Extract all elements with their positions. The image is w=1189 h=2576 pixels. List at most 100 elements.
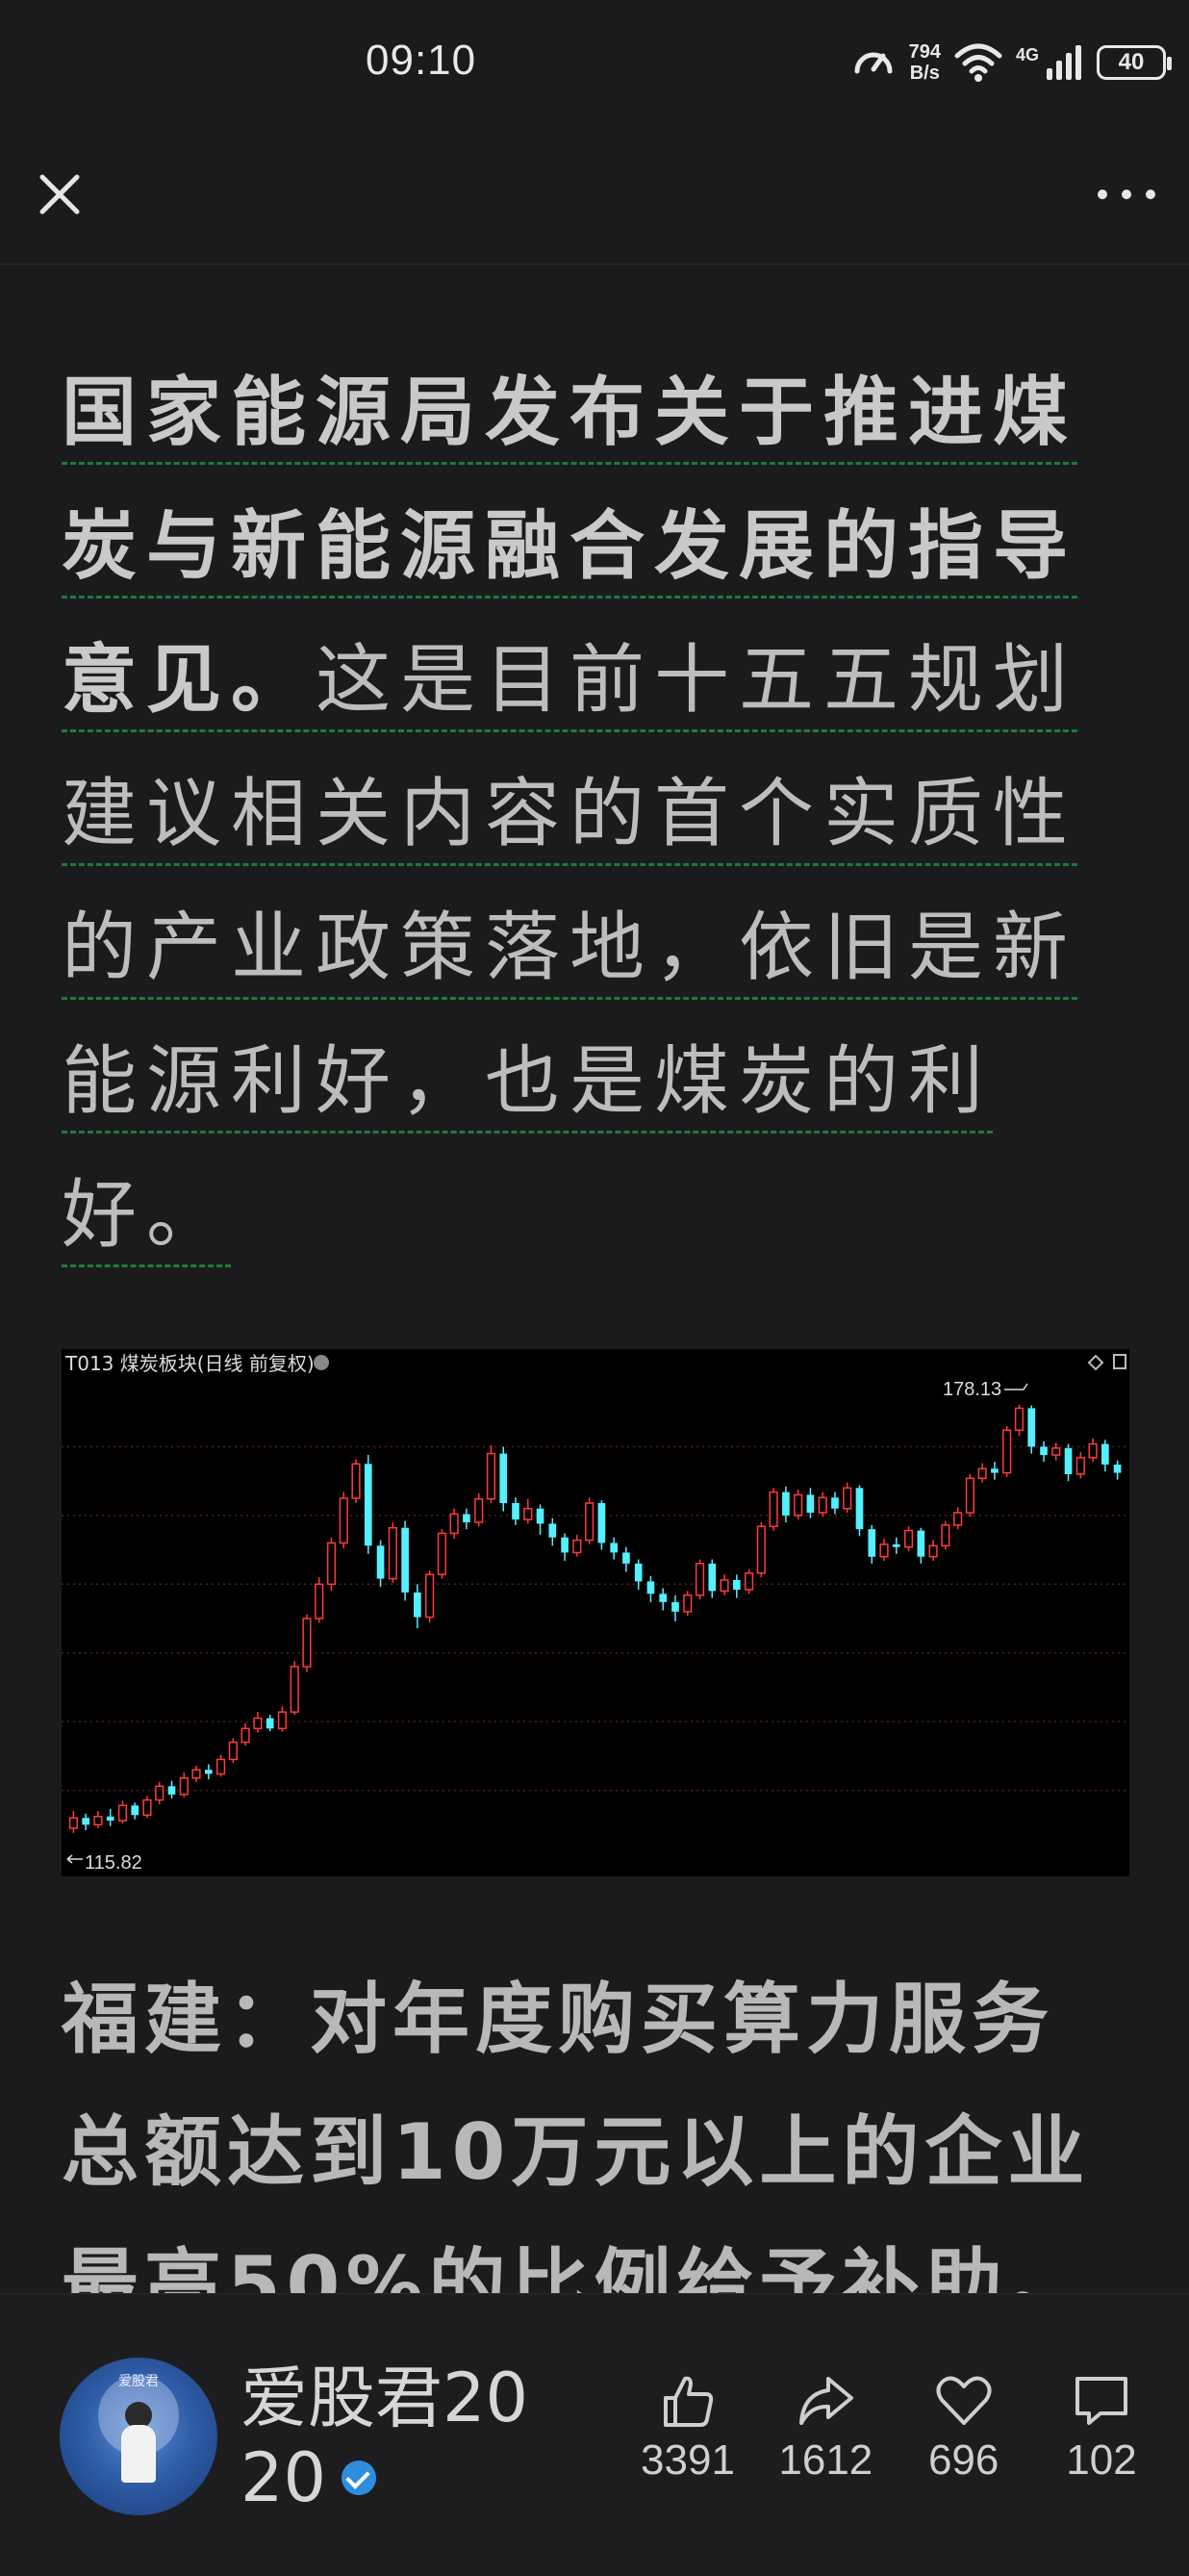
candle-body (290, 1666, 299, 1713)
candle-body (610, 1543, 618, 1553)
candle-body (745, 1572, 754, 1591)
candle-body (903, 1529, 914, 1548)
candlestick-chart[interactable]: T013 煤炭板块(日线 前复权) 178.13 115.82 (62, 1349, 1129, 1876)
close-icon[interactable] (29, 164, 90, 225)
chart-toggle-icon[interactable] (1113, 1354, 1126, 1369)
chart-max-label: 178.13 (943, 1379, 1001, 1400)
candle-body (597, 1503, 606, 1543)
action-bar: 3391 1612 696 102 (625, 2371, 1164, 2485)
chart-title: T013 煤炭板块(日线 前复权) (64, 1352, 315, 1375)
candle-body (1051, 1447, 1061, 1456)
chart-settings-icon[interactable] (314, 1355, 329, 1370)
author-name-line-2-text: 20 (240, 2438, 327, 2517)
candle-body (523, 1507, 533, 1520)
candle-body (818, 1496, 827, 1514)
verified-badge-icon (342, 2461, 377, 2495)
author-name-line-1[interactable]: 爱股君20 (240, 2344, 528, 2441)
top-nav (0, 135, 1189, 265)
avatar-figure (121, 2425, 156, 2483)
candle-body (326, 1542, 337, 1586)
thumbs-up-icon (664, 2376, 714, 2427)
candle-body (1064, 1447, 1073, 1474)
candle-body (155, 1785, 164, 1801)
candle-body (167, 1786, 176, 1795)
candle-body (93, 1815, 103, 1826)
candle-body (1040, 1446, 1048, 1455)
share-button[interactable]: 1612 (763, 2371, 888, 2485)
candle-body (671, 1601, 679, 1612)
candle-body (142, 1798, 152, 1817)
avatar-tag: 爱股君 (118, 2374, 159, 2389)
chart-diamond-icon[interactable] (1087, 1354, 1104, 1371)
candle-body (228, 1741, 238, 1761)
candle-body (659, 1594, 668, 1602)
comment-button[interactable]: 102 (1039, 2371, 1164, 2485)
candle-body (486, 1452, 496, 1500)
candle-body (695, 1563, 705, 1596)
candle-body (191, 1769, 201, 1779)
share-icon (799, 2377, 854, 2425)
battery-level: 40 (1118, 49, 1145, 75)
battery-icon: 40 (1097, 45, 1172, 80)
candle-body (339, 1497, 348, 1544)
candle-body (117, 1804, 128, 1822)
avatar[interactable]: 爱股君 (60, 2358, 217, 2515)
candle-body (1088, 1442, 1098, 1459)
candle-body (585, 1502, 594, 1542)
candle-body (1113, 1465, 1122, 1473)
more-options-icon[interactable] (1093, 175, 1160, 214)
candle-body (953, 1512, 963, 1526)
candle-body (82, 1818, 89, 1825)
candle-body (266, 1718, 274, 1729)
candle-body (1075, 1457, 1085, 1475)
chart-extreme-arrow (66, 1854, 83, 1864)
candle-body (806, 1494, 815, 1513)
candle-body (302, 1618, 312, 1668)
candle-body (683, 1594, 693, 1613)
candle-body (315, 1583, 324, 1620)
candle-body (474, 1497, 484, 1523)
candle-body (204, 1770, 213, 1774)
candle-body (831, 1497, 839, 1509)
chart-extreme-arrow (1004, 1383, 1028, 1390)
chart-canvas: T013 煤炭板块(日线 前复权) 178.13 115.82 (62, 1352, 1129, 1874)
candle-body (634, 1563, 643, 1582)
candle-body (1014, 1407, 1025, 1432)
candle-body (892, 1543, 900, 1547)
candle-body (561, 1537, 569, 1553)
candle-body (131, 1805, 139, 1816)
candle-body (1002, 1429, 1012, 1474)
heart-icon (936, 2376, 992, 2425)
candle-body (991, 1468, 999, 1473)
candle-body (977, 1467, 987, 1480)
favorite-button[interactable]: 696 (901, 2371, 1026, 2485)
candle-body (708, 1563, 717, 1592)
candle-body (351, 1463, 361, 1499)
candle-body (240, 1727, 250, 1744)
candle-body (388, 1526, 397, 1580)
candle-body (879, 1543, 889, 1558)
article-paragraph-1: 国家能源局发布关于推进煤炭与新能源融合发展的指导意见。这是目前十五五规划建议相关… (62, 346, 1129, 1283)
candle-body (855, 1488, 864, 1530)
candle-body (449, 1513, 459, 1535)
net-speed-value: 794 (908, 41, 941, 63)
like-count: 3391 (641, 2436, 735, 2484)
candle-body (548, 1523, 557, 1538)
net-speed: 794 B/s (909, 41, 941, 84)
candle-body (401, 1527, 409, 1593)
candle-body (928, 1544, 938, 1558)
bottom-bar: 爱股君 爱股君20 20 3391 1612 696 102 (0, 2293, 1189, 2576)
network-type: 4G (1015, 44, 1039, 64)
like-button[interactable]: 3391 (625, 2371, 750, 2485)
candle-body (414, 1592, 421, 1618)
candle-body (756, 1525, 766, 1574)
candle-body (376, 1545, 385, 1579)
status-icons: 794 B/s 4G 40 (851, 38, 1172, 87)
candle-body (622, 1552, 630, 1564)
paragraph-2-text: 福建：对年度购买算力服务总额达到10万元以上的企业最高50%的比例给予补助。 (62, 1975, 1091, 2330)
candle-body (106, 1816, 114, 1821)
candle-body (646, 1581, 655, 1594)
author-name-line-2[interactable]: 20 (240, 2438, 377, 2517)
candle-body (179, 1776, 189, 1796)
candle-body (68, 1817, 78, 1829)
